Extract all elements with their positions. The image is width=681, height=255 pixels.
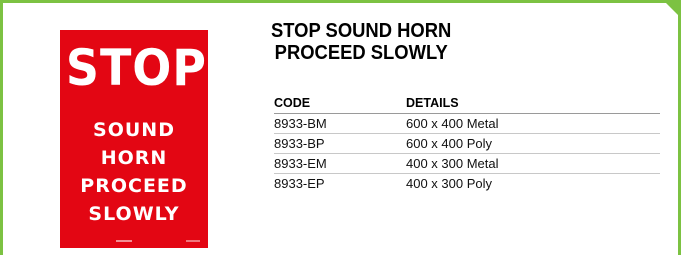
sign-line-proceed: PROCEED — [80, 175, 188, 197]
cell-details: 400 x 300 Metal — [406, 156, 499, 171]
sign-fine-print-code — [186, 240, 200, 242]
product-title: STOP SOUND HORN PROCEED SLOWLY — [271, 20, 451, 64]
sign-line-sound: SOUND — [93, 119, 175, 141]
table-row: 8933-BP 600 x 400 Poly — [274, 133, 660, 153]
column-header-details: DETAILS — [406, 96, 459, 110]
column-header-code: CODE — [274, 96, 311, 110]
cell-code: 8933-BM — [274, 116, 327, 131]
sign-image: STOP SOUND HORN PROCEED SLOWLY — [60, 30, 208, 248]
table-row: 8933-BM 600 x 400 Metal — [274, 113, 660, 133]
corner-accent — [666, 3, 678, 15]
cell-code: 8933-BP — [274, 136, 325, 151]
product-title-line-2: PROCEED SLOWLY — [274, 42, 448, 64]
cell-code: 8933-EM — [274, 156, 327, 171]
table-body: 8933-BM 600 x 400 Metal 8933-BP 600 x 40… — [274, 113, 660, 193]
table-row: 8933-EP 400 x 300 Poly — [274, 173, 660, 193]
sign-stop-text: STOP — [65, 39, 207, 97]
sign-fine-print-logo — [116, 240, 132, 242]
product-codes-table: CODE DETAILS 8933-BM 600 x 400 Metal 893… — [274, 93, 660, 193]
sign-message: SOUND HORN PROCEED SLOWLY — [60, 116, 208, 228]
cell-details: 600 x 400 Metal — [406, 116, 499, 131]
cell-details: 400 x 300 Poly — [406, 176, 493, 191]
table-row: 8933-EM 400 x 300 Metal — [274, 153, 660, 173]
sign-line-horn: HORN — [100, 147, 168, 169]
cell-code: 8933-EP — [274, 176, 325, 191]
sign-line-slowly: SLOWLY — [88, 203, 180, 225]
table-header-row: CODE DETAILS — [274, 93, 660, 113]
product-title-line-1: STOP SOUND HORN — [271, 20, 452, 42]
cell-details: 600 x 400 Poly — [406, 136, 493, 151]
